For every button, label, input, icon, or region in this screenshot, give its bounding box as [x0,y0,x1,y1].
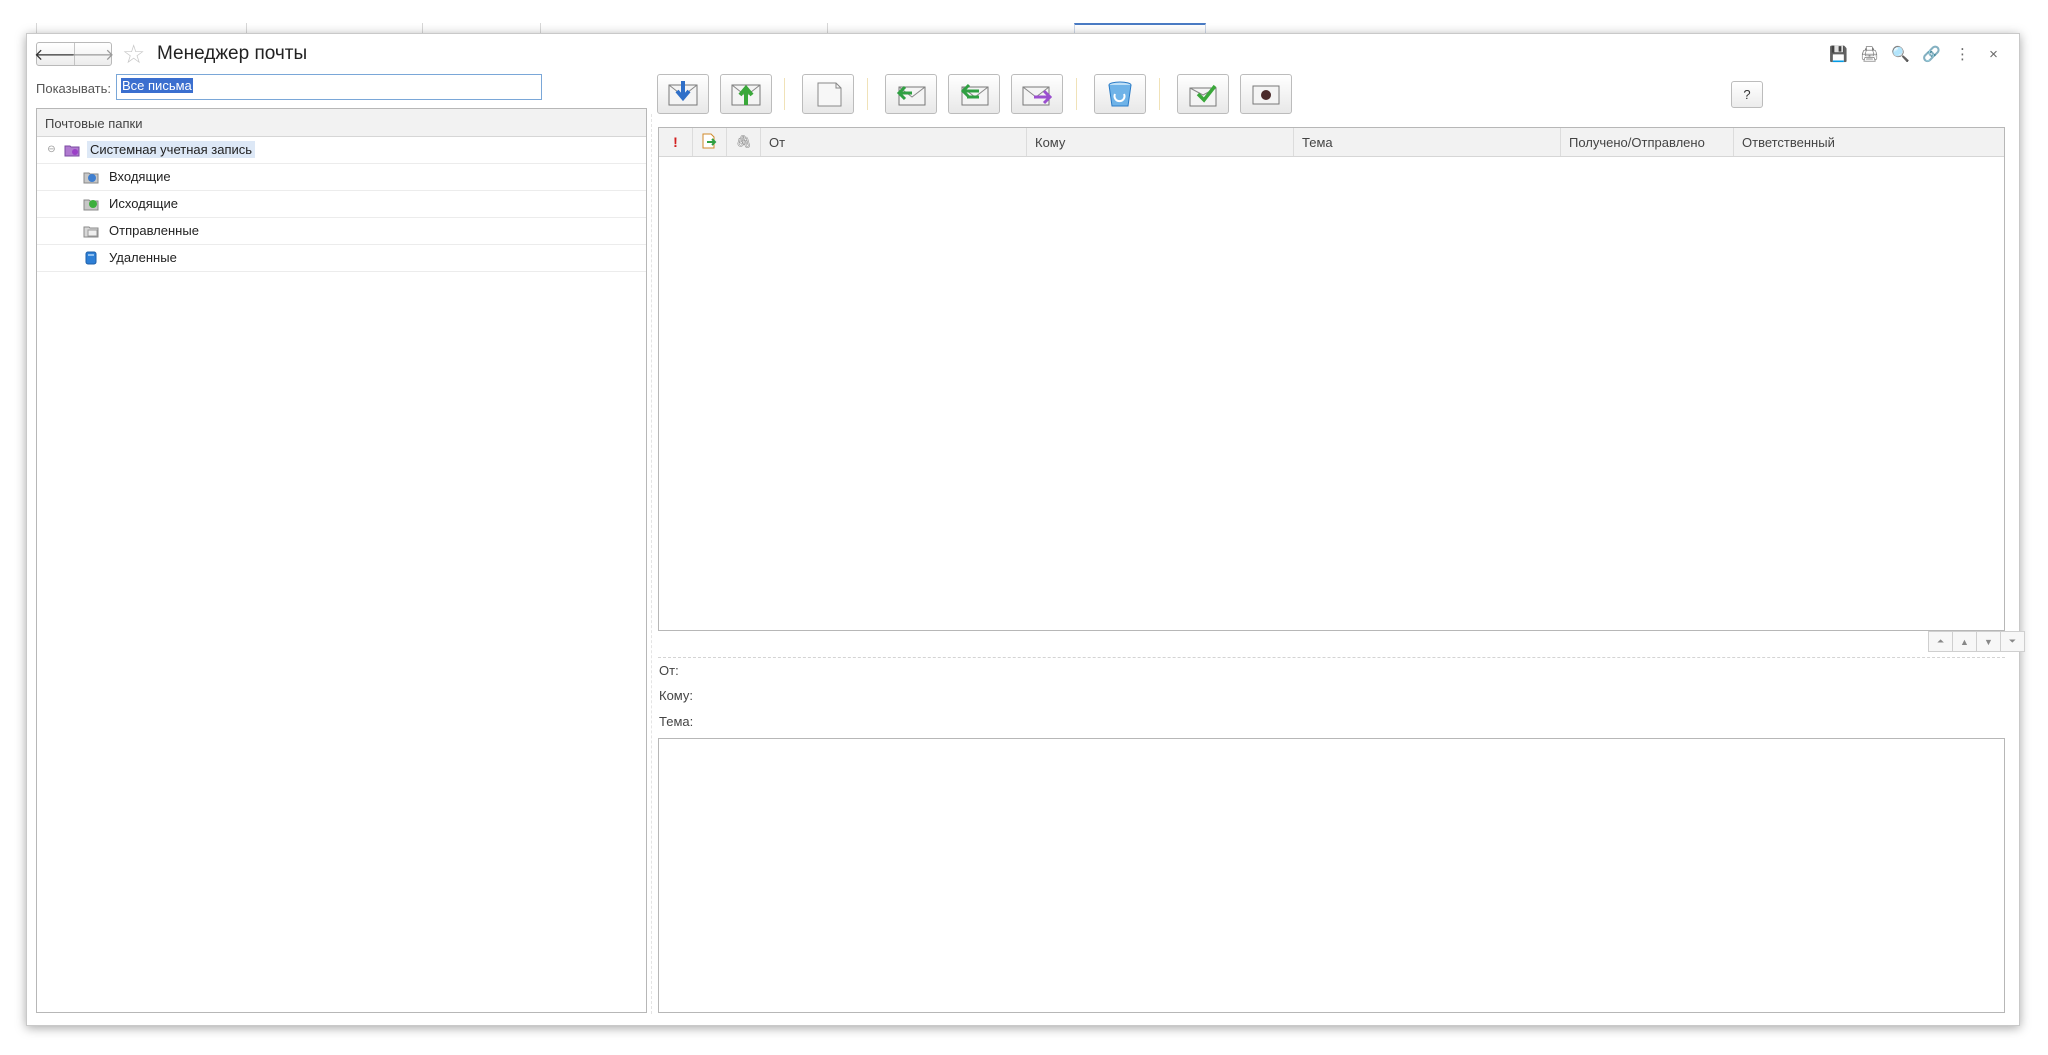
show-filter-label: Показывать: [36,81,111,96]
save-icon[interactable]: 💾 [1823,43,1854,65]
print-icon[interactable]: 🖨 [1854,43,1885,65]
background-tab[interactable] [246,23,422,33]
send-mail-button[interactable] [720,74,772,114]
sent-folder-icon [83,226,99,238]
inbox-folder-icon [83,172,99,184]
outbox-folder-icon [83,199,99,211]
preview-subject-label: Тема: [659,714,694,729]
arrow-left-icon: 🡐 [34,46,77,64]
upload-mail-icon [731,84,761,106]
list-preview-splitter[interactable] [658,657,2005,658]
reply-icon [896,85,926,106]
importance-icon: ! [673,134,678,150]
mark-button[interactable] [1240,74,1292,114]
background-tab[interactable] [540,23,827,33]
arrow-right-icon: 🡒 [71,46,115,64]
background-tab-strip [0,0,2048,33]
mail-folders-panel: Почтовые папки ⊖ Системная учетная запис… [36,108,647,1013]
navigation-buttons: 🡐 🡒 [34,42,114,66]
toolbar-separator [1159,78,1160,110]
tree-item-sent[interactable]: Отправленные [37,218,646,245]
folder-label-deleted: Удаленные [109,250,177,265]
column-subject[interactable]: Тема [1294,128,1561,156]
tree-item-account[interactable]: ⊖ Системная учетная запись [37,137,646,164]
background-tab[interactable] [36,23,246,33]
folders-header: Почтовые папки [37,109,646,137]
reply-all-icon [960,83,989,106]
forward-icon [1022,86,1053,106]
check-mail-icon [1189,84,1217,107]
preview-icon[interactable]: 🔍 [1885,43,1916,65]
folder-label-sent: Отправленные [109,223,199,238]
receive-mail-button[interactable] [657,74,709,114]
deleted-folder-icon [85,251,97,265]
mail-manager-window: 🡐 🡒 ☆ Менеджер почты 💾 🖨 🔍 🔗 ⋮ × Показыв… [26,33,2025,1026]
download-mail-icon [668,81,698,106]
message-preview-pane[interactable] [658,738,2005,1013]
window-toolbar: 💾 🖨 🔍 🔗 ⋮ × [1823,43,2009,65]
toolbar-separator [1076,78,1077,110]
mail-list-table[interactable]: ! 🖇 От Кому Тема Получено/Отправлено Отв… [658,127,2005,631]
folder-label-outbox: Исходящие [109,196,178,211]
tree-item-outbox[interactable]: Исходящие [37,191,646,218]
column-responsible[interactable]: Ответственный [1734,128,2004,156]
delete-button[interactable] [1094,74,1146,114]
show-filter-value: Все письма [121,78,193,93]
column-date[interactable]: Получено/Отправлено [1561,128,1734,156]
column-to[interactable]: Кому [1027,128,1294,156]
column-from[interactable]: От [761,128,1027,156]
column-importance[interactable]: ! [659,128,693,156]
trash-icon [1108,81,1132,107]
toolbar-separator [867,78,868,110]
toolbar-separator [784,78,785,110]
folder-label-inbox: Входящие [109,169,171,184]
close-icon[interactable]: × [1978,43,2009,65]
mail-status-icon [702,133,717,149]
background-tab[interactable] [827,23,1074,33]
link-icon[interactable]: 🔗 [1916,43,1947,65]
panel-splitter[interactable] [651,114,652,1014]
show-filter-input[interactable]: Все письма [116,74,542,100]
stop-mark-icon [1252,85,1280,105]
forward-button[interactable]: 🡒 [72,43,114,65]
column-attachment[interactable]: 🖇 [727,128,761,156]
more-vert-icon[interactable]: ⋮ [1947,43,1978,65]
preview-to-label: Кому: [659,688,693,703]
account-folder-icon [64,145,80,157]
new-message-icon [817,82,842,107]
column-status[interactable] [693,128,727,156]
background-tab[interactable] [422,23,540,33]
scroll-top-button[interactable]: ⏶ [1928,631,1953,652]
mail-list-header: ! 🖇 От Кому Тема Получено/Отправлено Отв… [659,128,2004,157]
scroll-up-button[interactable]: ▲ [1952,631,1977,652]
new-message-button[interactable] [802,74,854,114]
list-scroll-controls: ⏶ ▲ ▼ ⏷ [1928,631,2025,652]
mark-read-button[interactable] [1177,74,1229,114]
help-button[interactable]: ? [1731,81,1763,108]
page-title: Менеджер почты [157,43,308,64]
active-tab[interactable] [1074,23,1206,33]
tree-item-inbox[interactable]: Входящие [37,164,646,191]
reply-all-button[interactable] [948,74,1000,114]
back-button[interactable]: 🡐 [34,43,77,65]
paperclip-icon: 🖇 [735,134,752,149]
forward-button[interactable] [1011,74,1063,114]
reply-button[interactable] [885,74,937,114]
star-icon[interactable]: ☆ [122,40,145,68]
tree-item-deleted[interactable]: Удаленные [37,245,646,272]
collapse-icon[interactable]: ⊖ [46,144,57,155]
scroll-bottom-button[interactable]: ⏷ [2000,631,2025,652]
account-label: Системная учетная запись [87,141,256,158]
preview-from-label: От: [659,663,679,678]
scroll-down-button[interactable]: ▼ [1976,631,2001,652]
